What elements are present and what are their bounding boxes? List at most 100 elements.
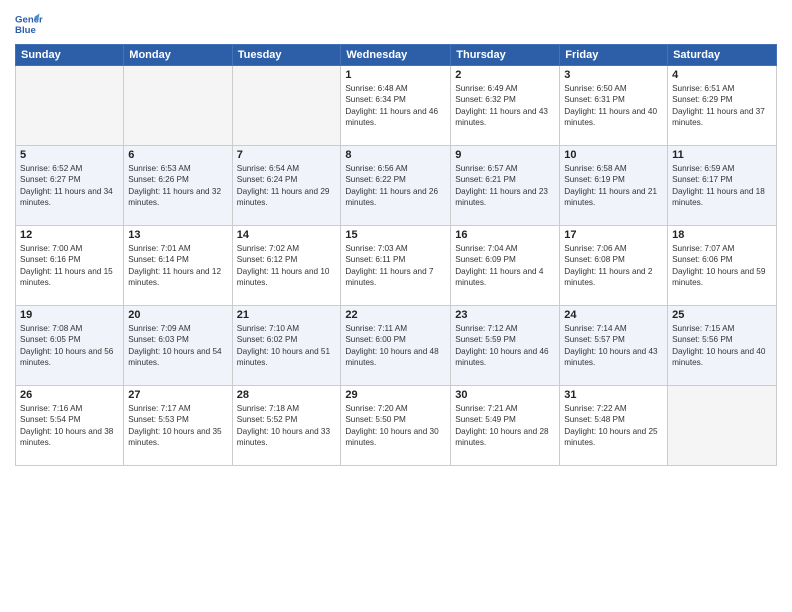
calendar-cell	[124, 66, 232, 146]
week-row-4: 19 Sunrise: 7:08 AM Sunset: 6:05 PM Dayli…	[16, 306, 777, 386]
week-row-3: 12 Sunrise: 7:00 AM Sunset: 6:16 PM Dayli…	[16, 226, 777, 306]
day-info: Sunrise: 6:56 AM Sunset: 6:22 PM Dayligh…	[345, 163, 446, 209]
day-number: 8	[345, 149, 446, 161]
calendar-cell	[232, 66, 341, 146]
calendar-cell: 14 Sunrise: 7:02 AM Sunset: 6:12 PM Dayli…	[232, 226, 341, 306]
day-number: 20	[128, 309, 227, 321]
day-number: 31	[564, 389, 663, 401]
day-number: 29	[345, 389, 446, 401]
calendar-cell: 18Sunrise: 7:07 AM Sunset: 6:06 PM Dayli…	[668, 226, 777, 306]
day-info: Sunrise: 7:02 AM Sunset: 6:12 PM Dayligh…	[237, 243, 337, 289]
day-number: 22	[345, 309, 446, 321]
calendar-cell: 7 Sunrise: 6:54 AM Sunset: 6:24 PM Daylig…	[232, 146, 341, 226]
day-number: 3	[564, 69, 663, 81]
day-info: Sunrise: 6:54 AM Sunset: 6:24 PM Dayligh…	[237, 163, 337, 209]
day-info: Sunrise: 7:22 AM Sunset: 5:48 PM Dayligh…	[564, 403, 663, 449]
day-number: 14	[237, 229, 337, 241]
day-number: 13	[128, 229, 227, 241]
calendar-cell: 9Sunrise: 6:57 AM Sunset: 6:21 PM Daylig…	[451, 146, 560, 226]
day-number: 10	[564, 149, 663, 161]
weekday-saturday: Saturday	[668, 45, 777, 66]
day-info: Sunrise: 7:16 AM Sunset: 5:54 PM Dayligh…	[20, 403, 119, 449]
weekday-header-row: SundayMondayTuesdayWednesdayThursdayFrid…	[16, 45, 777, 66]
day-info: Sunrise: 6:57 AM Sunset: 6:21 PM Dayligh…	[455, 163, 555, 209]
calendar-table: SundayMondayTuesdayWednesdayThursdayFrid…	[15, 44, 777, 466]
day-number: 27	[128, 389, 227, 401]
day-info: Sunrise: 6:50 AM Sunset: 6:31 PM Dayligh…	[564, 83, 663, 129]
weekday-tuesday: Tuesday	[232, 45, 341, 66]
day-info: Sunrise: 6:59 AM Sunset: 6:17 PM Dayligh…	[672, 163, 772, 209]
calendar-cell: 5 Sunrise: 6:52 AM Sunset: 6:27 PM Daylig…	[16, 146, 124, 226]
weekday-friday: Friday	[560, 45, 668, 66]
logo: General Blue	[15, 10, 43, 38]
calendar-cell: 24 Sunrise: 7:14 AM Sunset: 5:57 PM Dayli…	[560, 306, 668, 386]
weekday-sunday: Sunday	[16, 45, 124, 66]
header: General Blue	[15, 10, 777, 38]
calendar-cell: 17 Sunrise: 7:06 AM Sunset: 6:08 PM Dayli…	[560, 226, 668, 306]
day-info: Sunrise: 7:20 AM Sunset: 5:50 PM Dayligh…	[345, 403, 446, 449]
weekday-wednesday: Wednesday	[341, 45, 451, 66]
day-number: 6	[128, 149, 227, 161]
calendar-cell: 21 Sunrise: 7:10 AM Sunset: 6:02 PM Dayli…	[232, 306, 341, 386]
day-number: 12	[20, 229, 119, 241]
day-info: Sunrise: 6:58 AM Sunset: 6:19 PM Dayligh…	[564, 163, 663, 209]
day-number: 24	[564, 309, 663, 321]
day-info: Sunrise: 7:01 AM Sunset: 6:14 PM Dayligh…	[128, 243, 227, 289]
day-number: 1	[345, 69, 446, 81]
calendar-cell: 31 Sunrise: 7:22 AM Sunset: 5:48 PM Dayli…	[560, 386, 668, 466]
day-info: Sunrise: 7:11 AM Sunset: 6:00 PM Dayligh…	[345, 323, 446, 369]
calendar-cell: 15 Sunrise: 7:03 AM Sunset: 6:11 PM Dayli…	[341, 226, 451, 306]
day-number: 5	[20, 149, 119, 161]
week-row-2: 5 Sunrise: 6:52 AM Sunset: 6:27 PM Daylig…	[16, 146, 777, 226]
day-info: Sunrise: 6:51 AM Sunset: 6:29 PM Dayligh…	[672, 83, 772, 129]
day-info: Sunrise: 6:52 AM Sunset: 6:27 PM Dayligh…	[20, 163, 119, 209]
day-info: Sunrise: 7:21 AM Sunset: 5:49 PM Dayligh…	[455, 403, 555, 449]
calendar-cell: 27 Sunrise: 7:17 AM Sunset: 5:53 PM Dayli…	[124, 386, 232, 466]
day-info: Sunrise: 6:53 AM Sunset: 6:26 PM Dayligh…	[128, 163, 227, 209]
week-row-5: 26 Sunrise: 7:16 AM Sunset: 5:54 PM Dayli…	[16, 386, 777, 466]
page: General Blue SundayMondayTuesdayWednesda…	[0, 0, 792, 612]
calendar-cell: 6 Sunrise: 6:53 AM Sunset: 6:26 PM Daylig…	[124, 146, 232, 226]
day-info: Sunrise: 7:00 AM Sunset: 6:16 PM Dayligh…	[20, 243, 119, 289]
day-info: Sunrise: 7:15 AM Sunset: 5:56 PM Dayligh…	[672, 323, 772, 369]
calendar-cell	[668, 386, 777, 466]
day-info: Sunrise: 7:12 AM Sunset: 5:59 PM Dayligh…	[455, 323, 555, 369]
calendar-cell: 26 Sunrise: 7:16 AM Sunset: 5:54 PM Dayli…	[16, 386, 124, 466]
calendar-cell: 25 Sunrise: 7:15 AM Sunset: 5:56 PM Dayli…	[668, 306, 777, 386]
day-number: 21	[237, 309, 337, 321]
day-info: Sunrise: 6:48 AM Sunset: 6:34 PM Dayligh…	[345, 83, 446, 129]
calendar-cell: 23 Sunrise: 7:12 AM Sunset: 5:59 PM Dayli…	[451, 306, 560, 386]
calendar-cell: 28Sunrise: 7:18 AM Sunset: 5:52 PM Dayli…	[232, 386, 341, 466]
calendar-cell	[16, 66, 124, 146]
day-number: 19	[20, 309, 119, 321]
day-number: 18	[672, 229, 772, 241]
day-number: 15	[345, 229, 446, 241]
calendar-cell: 20Sunrise: 7:09 AM Sunset: 6:03 PM Dayli…	[124, 306, 232, 386]
day-info: Sunrise: 7:10 AM Sunset: 6:02 PM Dayligh…	[237, 323, 337, 369]
day-number: 23	[455, 309, 555, 321]
logo-icon: General Blue	[15, 10, 43, 38]
weekday-monday: Monday	[124, 45, 232, 66]
day-number: 30	[455, 389, 555, 401]
day-info: Sunrise: 7:14 AM Sunset: 5:57 PM Dayligh…	[564, 323, 663, 369]
day-number: 25	[672, 309, 772, 321]
day-number: 26	[20, 389, 119, 401]
calendar-cell: 19 Sunrise: 7:08 AM Sunset: 6:05 PM Dayli…	[16, 306, 124, 386]
day-info: Sunrise: 6:49 AM Sunset: 6:32 PM Dayligh…	[455, 83, 555, 129]
day-info: Sunrise: 7:03 AM Sunset: 6:11 PM Dayligh…	[345, 243, 446, 289]
calendar-cell: 1 Sunrise: 6:48 AM Sunset: 6:34 PM Daylig…	[341, 66, 451, 146]
calendar-cell: 2Sunrise: 6:49 AM Sunset: 6:32 PM Daylig…	[451, 66, 560, 146]
day-info: Sunrise: 7:06 AM Sunset: 6:08 PM Dayligh…	[564, 243, 663, 289]
calendar-cell: 12 Sunrise: 7:00 AM Sunset: 6:16 PM Dayli…	[16, 226, 124, 306]
calendar-cell: 11 Sunrise: 6:59 AM Sunset: 6:17 PM Dayli…	[668, 146, 777, 226]
calendar-cell: 3 Sunrise: 6:50 AM Sunset: 6:31 PM Daylig…	[560, 66, 668, 146]
calendar-cell: 16Sunrise: 7:04 AM Sunset: 6:09 PM Dayli…	[451, 226, 560, 306]
calendar-cell: 29 Sunrise: 7:20 AM Sunset: 5:50 PM Dayli…	[341, 386, 451, 466]
calendar-cell: 22 Sunrise: 7:11 AM Sunset: 6:00 PM Dayli…	[341, 306, 451, 386]
day-info: Sunrise: 7:18 AM Sunset: 5:52 PM Dayligh…	[237, 403, 337, 449]
day-info: Sunrise: 7:08 AM Sunset: 6:05 PM Dayligh…	[20, 323, 119, 369]
day-info: Sunrise: 7:17 AM Sunset: 5:53 PM Dayligh…	[128, 403, 227, 449]
day-number: 17	[564, 229, 663, 241]
day-number: 11	[672, 149, 772, 161]
day-number: 7	[237, 149, 337, 161]
